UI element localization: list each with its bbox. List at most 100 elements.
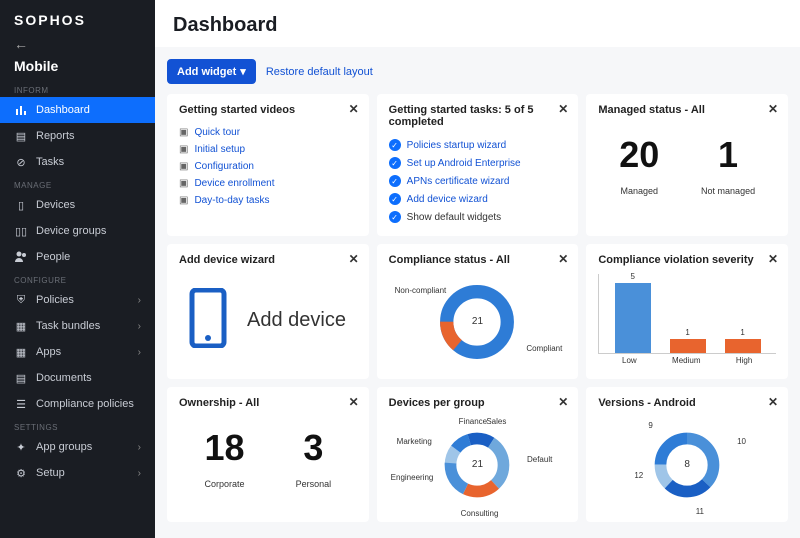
card-title: Add device wizard — [179, 254, 357, 266]
card-title: Versions - Android — [598, 397, 776, 409]
video-label: Initial setup — [194, 144, 245, 155]
sidebar-item-dashboard[interactable]: Dashboard — [0, 97, 155, 123]
chart-label: Marketing — [397, 437, 432, 446]
sidebar-item-setup[interactable]: ⚙Setup› — [0, 460, 155, 486]
phone-icon: ▯ — [14, 198, 28, 212]
sidebar-item-documents[interactable]: ▤ Documents — [0, 365, 155, 391]
video-link[interactable]: ▣Configuration — [179, 158, 357, 175]
bar-value: 5 — [631, 272, 635, 281]
widget-add-device[interactable]: Add device wizard ✕ Add device — [167, 244, 369, 379]
bar-label: Low — [622, 356, 637, 365]
task-item[interactable]: ✓Set up Android Enterprise — [389, 154, 567, 172]
video-icon: ▣ — [179, 127, 188, 138]
close-icon[interactable]: ✕ — [349, 252, 359, 266]
back-button[interactable]: ← — [0, 36, 155, 58]
close-icon[interactable]: ✕ — [349, 102, 359, 116]
card-title: Compliance status - All — [389, 254, 567, 266]
not-managed-value: 1 — [701, 134, 755, 176]
sidebar-item-device-groups[interactable]: ▯▯Device groups — [0, 218, 155, 244]
chevron-right-icon: › — [138, 321, 141, 332]
close-icon[interactable]: ✕ — [558, 102, 568, 116]
sidebar: SOPHOS ← Mobile INFORM Dashboard ▤Report… — [0, 0, 155, 538]
chart-label: Finance — [459, 417, 487, 426]
close-icon[interactable]: ✕ — [558, 395, 568, 409]
widget-grid: Getting started videos ✕ ▣Quick tour ▣In… — [167, 94, 788, 522]
bar-label: High — [736, 356, 752, 365]
nav-label: App groups — [36, 441, 92, 453]
app-groups-icon: ✦ — [14, 440, 28, 454]
corporate-label: Corporate — [205, 479, 245, 489]
section-settings: SETTINGS — [0, 417, 155, 434]
card-title: Managed status - All — [598, 104, 776, 116]
video-label: Configuration — [194, 161, 253, 172]
task-label: APNs certificate wizard — [407, 176, 510, 187]
doc-icon: ▤ — [14, 371, 28, 385]
nav-label: Setup — [36, 467, 65, 479]
chevron-right-icon: › — [138, 295, 141, 306]
sidebar-item-task-bundles[interactable]: ▦ Task bundles › — [0, 313, 155, 339]
restore-layout-link[interactable]: Restore default layout — [266, 66, 373, 78]
sidebar-item-policies[interactable]: ⛨Policies› — [0, 287, 155, 313]
add-widget-button[interactable]: Add widget ▾ — [167, 59, 256, 84]
donut-center: 8 — [684, 459, 690, 470]
nav-label: Policies — [36, 294, 74, 306]
managed-value: 20 — [619, 134, 659, 176]
card-title: Devices per group — [389, 397, 567, 409]
chevron-down-icon: ▾ — [240, 65, 246, 78]
widget-ownership: Ownership - All ✕ 18Corporate 3Personal — [167, 387, 369, 522]
close-icon[interactable]: ✕ — [349, 395, 359, 409]
task-item[interactable]: ✓Show default widgets — [389, 208, 567, 226]
personal-label: Personal — [296, 479, 332, 489]
task-item[interactable]: ✓APNs certificate wizard — [389, 172, 567, 190]
chart-label: Engineering — [391, 473, 434, 482]
task-item[interactable]: ✓ Add device wizard — [389, 190, 567, 208]
close-icon[interactable]: ✕ — [558, 252, 568, 266]
bar-low — [615, 283, 651, 353]
check-icon: ✓ — [389, 211, 401, 223]
grid-icon: ▦ — [14, 319, 28, 333]
nav-label: Documents — [36, 372, 92, 384]
check-icon: ✓ — [389, 157, 401, 169]
chart-label: Consulting — [461, 509, 499, 518]
video-link[interactable]: ▣Device enrollment — [179, 175, 357, 192]
bar-value: 1 — [685, 328, 689, 337]
sidebar-item-people[interactable]: People — [0, 244, 155, 270]
widget-devices-per-group: Devices per group ✕ 21 Finance Sales Mar… — [377, 387, 579, 522]
donut-center: 21 — [472, 316, 483, 327]
video-icon: ▣ — [179, 195, 188, 206]
close-icon[interactable]: ✕ — [768, 252, 778, 266]
nav-label: Task bundles — [36, 320, 100, 332]
sidebar-item-app-groups[interactable]: ✦ App groups › — [0, 434, 155, 460]
chart-label: Non-compliant — [395, 286, 447, 295]
chevron-right-icon: › — [138, 442, 141, 453]
video-link[interactable]: ▣Initial setup — [179, 141, 357, 158]
sidebar-item-tasks[interactable]: ⊘Tasks — [0, 149, 155, 175]
chart-label: 12 — [634, 471, 643, 480]
toolbar: Add widget ▾ Restore default layout — [167, 59, 788, 84]
sidebar-item-devices[interactable]: ▯ Devices — [0, 192, 155, 218]
card-title: Ownership - All — [179, 397, 357, 409]
sidebar-item-apps[interactable]: ▦Apps› — [0, 339, 155, 365]
nav-label: People — [36, 251, 70, 263]
chart-label: Sales — [486, 417, 506, 426]
sidebar-item-compliance-policies[interactable]: ☰Compliance policies — [0, 391, 155, 417]
video-link[interactable]: ▣Quick tour — [179, 124, 357, 141]
widget-versions: Versions - Android ✕ 8 9 10 12 11 — [586, 387, 788, 522]
task-item[interactable]: ✓Policies startup wizard — [389, 136, 567, 154]
section-configure: CONFIGURE — [0, 270, 155, 287]
widget-videos: Getting started videos ✕ ▣Quick tour ▣In… — [167, 94, 369, 236]
close-icon[interactable]: ✕ — [768, 395, 778, 409]
check-icon: ✓ — [389, 193, 401, 205]
sidebar-item-reports[interactable]: ▤Reports — [0, 123, 155, 149]
list-icon: ☰ — [14, 397, 28, 411]
add-widget-label: Add widget — [177, 66, 236, 78]
managed-label: Managed — [619, 186, 659, 196]
not-managed-label: Not managed — [701, 186, 755, 196]
nav-label: Devices — [36, 199, 75, 211]
section-manage: MANAGE — [0, 175, 155, 192]
video-link[interactable]: ▣Day-to-day tasks — [179, 192, 357, 209]
task-label: Add device wizard — [407, 194, 488, 205]
chart-label: 10 — [737, 437, 746, 446]
nav-label: Apps — [36, 346, 61, 358]
close-icon[interactable]: ✕ — [768, 102, 778, 116]
